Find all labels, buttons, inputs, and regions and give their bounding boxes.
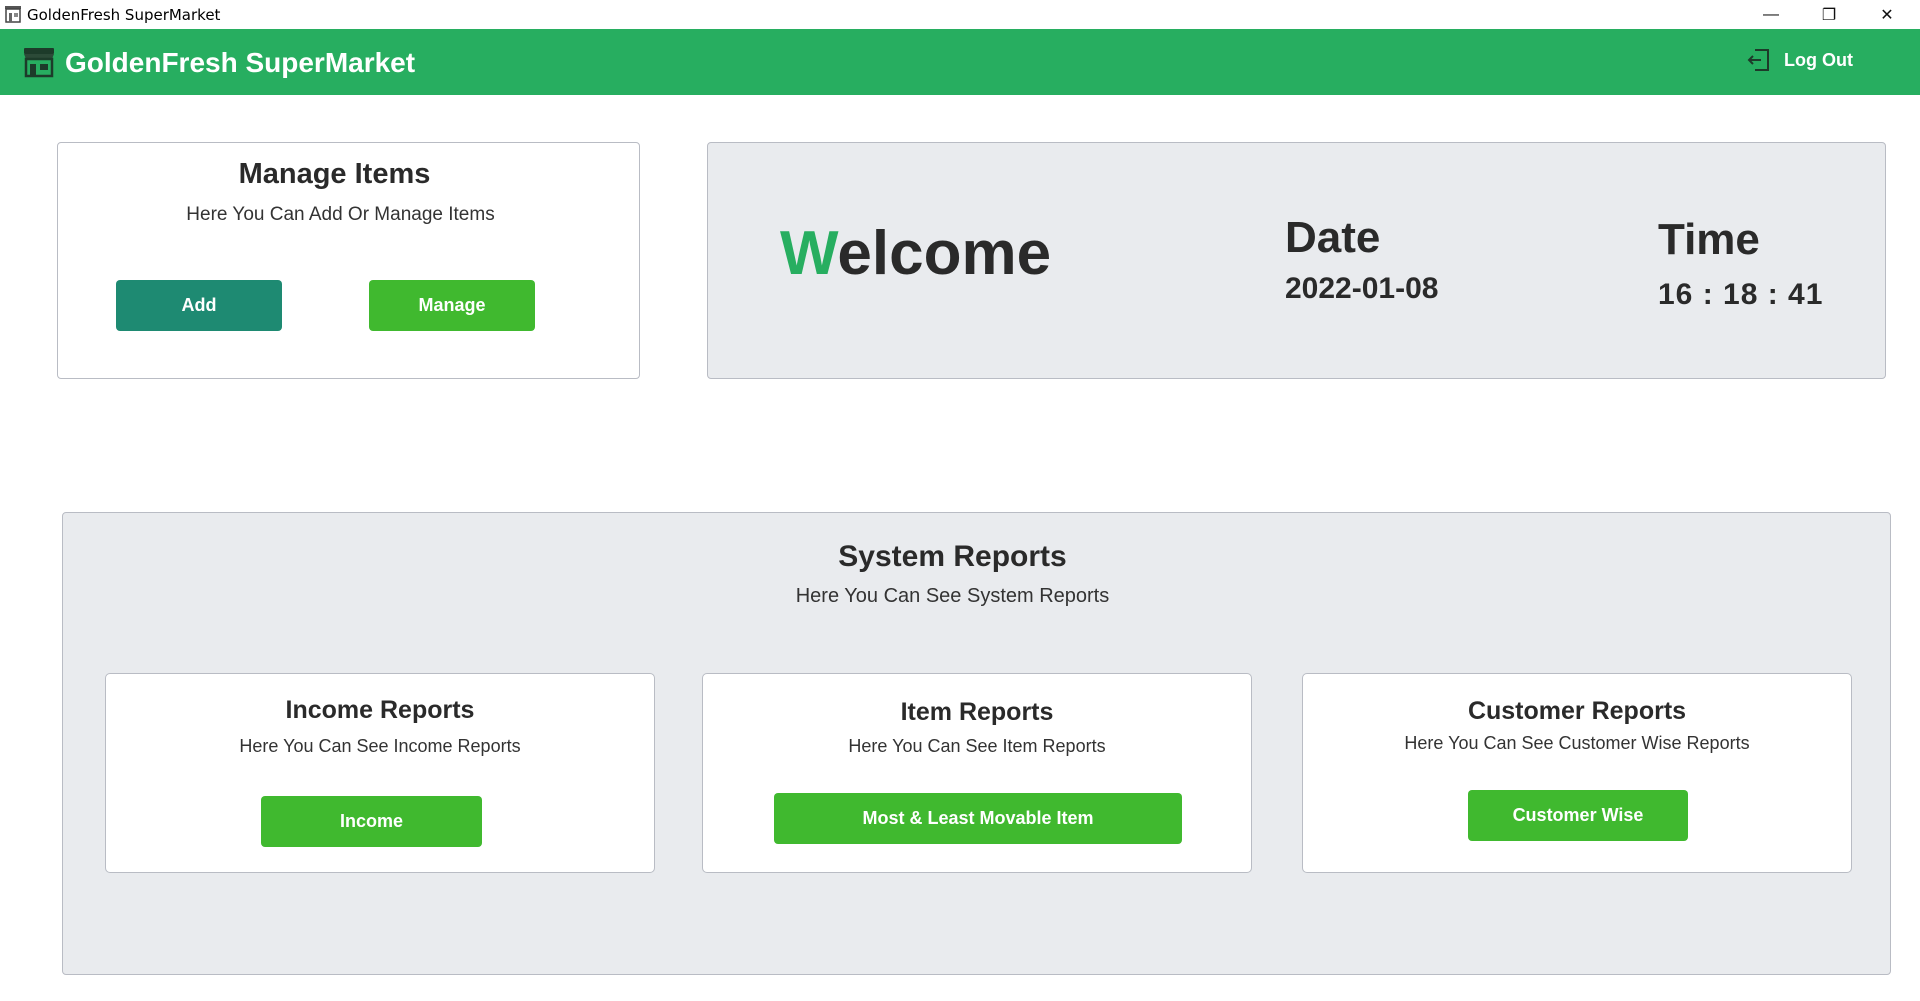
- customer-wise-button[interactable]: Customer Wise: [1468, 790, 1688, 841]
- customer-reports-subtitle: Here You Can See Customer Wise Reports: [1404, 733, 1750, 753]
- manage-items-button[interactable]: Manage: [369, 280, 535, 331]
- system-reports-title: System Reports: [838, 540, 1067, 573]
- store-icon: [5, 6, 21, 23]
- welcome-rest: elcome: [837, 219, 1052, 288]
- customer-reports-card: Customer Reports Here You Can See Custom…: [1302, 673, 1852, 873]
- manage-items-subtitle: Here You Can Add Or Manage Items: [186, 204, 495, 225]
- item-reports-title: Item Reports: [900, 698, 1054, 726]
- item-reports-card: Item Reports Here You Can See Item Repor…: [702, 673, 1252, 873]
- close-button[interactable]: ✕: [1858, 0, 1916, 29]
- window-title: GoldenFresh SuperMarket: [27, 6, 221, 24]
- item-reports-subtitle: Here You Can See Item Reports: [848, 736, 1106, 756]
- add-item-button[interactable]: Add: [116, 280, 282, 331]
- welcome-first-letter: W: [780, 219, 838, 288]
- logout-label: Log Out: [1784, 49, 1853, 70]
- income-button[interactable]: Income: [261, 796, 482, 847]
- manage-items-card: Manage Items Here You Can Add Or Manage …: [57, 142, 640, 379]
- income-reports-title: Income Reports: [285, 696, 475, 724]
- store-icon: [24, 48, 54, 78]
- system-reports-panel: System Reports Here You Can See System R…: [62, 512, 1891, 975]
- income-reports-card: Income Reports Here You Can See Income R…: [105, 673, 655, 873]
- window-titlebar: GoldenFresh SuperMarket — ❐ ✕: [0, 0, 1920, 29]
- movable-item-button[interactable]: Most & Least Movable Item: [774, 793, 1182, 844]
- income-reports-subtitle: Here You Can See Income Reports: [239, 736, 521, 756]
- date-value: 2022-01-08: [1285, 272, 1439, 305]
- minimize-button[interactable]: —: [1742, 0, 1800, 29]
- time-label: Time: [1658, 215, 1760, 264]
- time-value: 16 : 18 : 41: [1658, 278, 1824, 311]
- manage-items-title: Manage Items: [238, 158, 431, 190]
- logout-button[interactable]: Log Out: [1746, 45, 1853, 75]
- maximize-button[interactable]: ❐: [1800, 0, 1858, 29]
- brand-title: GoldenFresh SuperMarket: [65, 47, 416, 78]
- date-label: Date: [1285, 213, 1381, 262]
- welcome-heading: Welcome: [780, 223, 1051, 285]
- logout-icon: [1747, 49, 1769, 71]
- welcome-panel: Welcome Date 2022-01-08 Time 16 : 18 : 4…: [707, 142, 1886, 379]
- app-header: GoldenFresh SuperMarket Log Out: [0, 29, 1920, 95]
- customer-reports-title: Customer Reports: [1467, 697, 1687, 725]
- system-reports-subtitle: Here You Can See System Reports: [795, 585, 1110, 607]
